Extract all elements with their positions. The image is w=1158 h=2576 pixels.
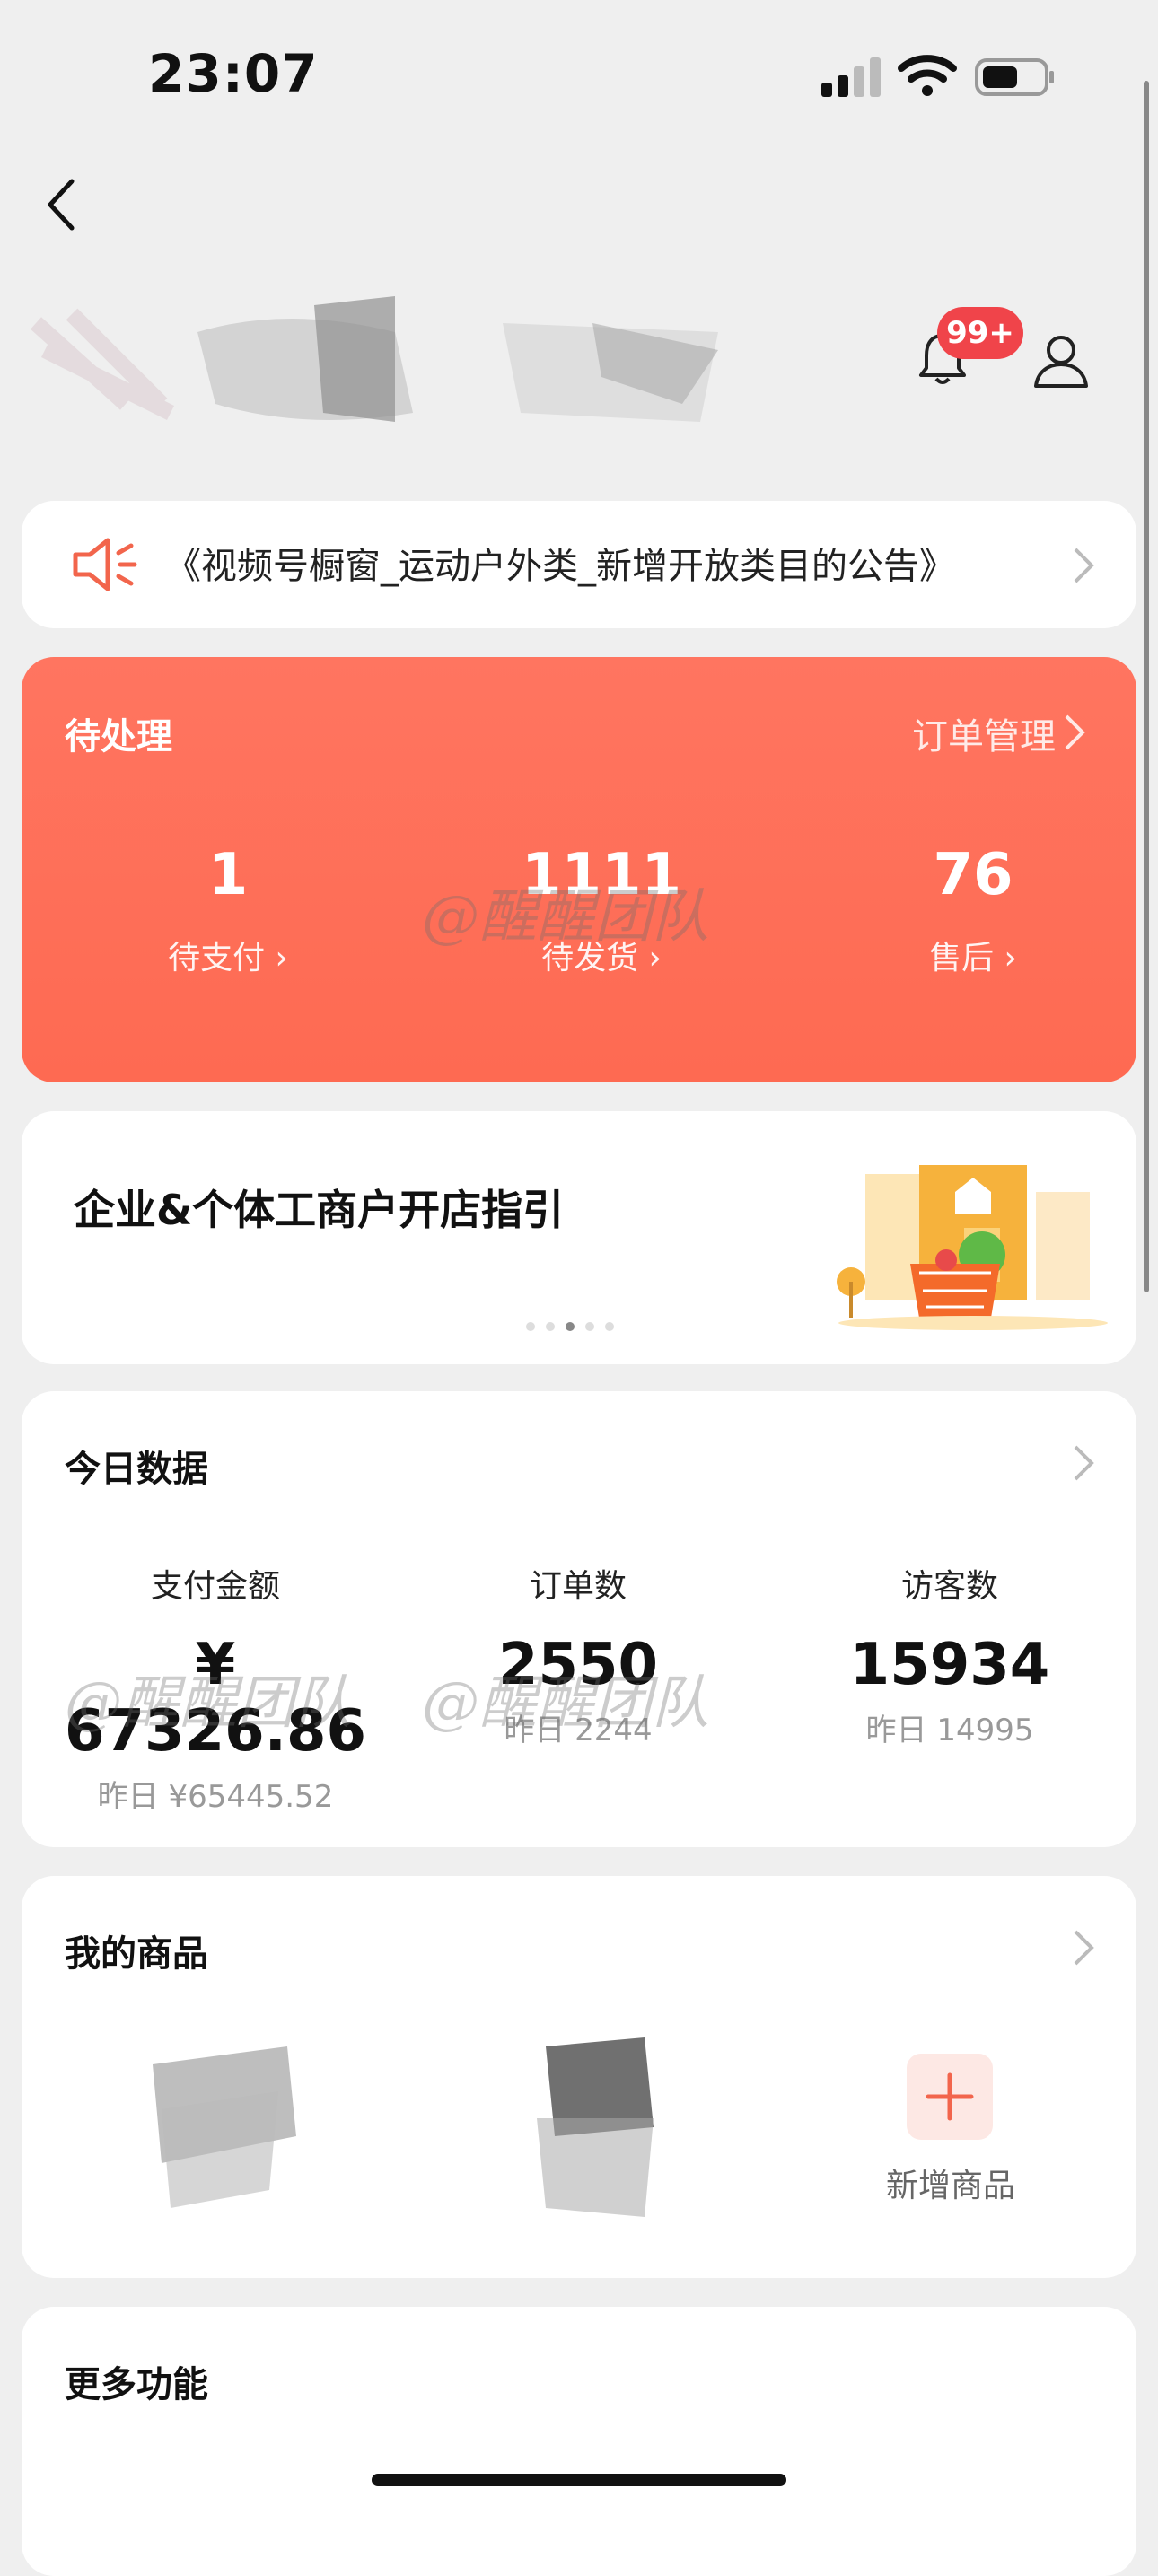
stat-label: 支付金额 [150,1568,280,1605]
banner-title: 企业&个体工商户开店指引 [74,1186,565,1234]
store-guide-banner[interactable]: 企业&个体工商户开店指引 [22,1111,1136,1364]
watermark: @醒醒团队 [422,1670,709,1737]
stat-label: 订单数 [529,1568,627,1605]
after-sales-count[interactable]: 76 [838,842,1108,908]
pending-payment-label[interactable]: 待支付 › [93,932,363,978]
profile-icon[interactable] [1032,332,1090,390]
add-product-label[interactable]: 新增商品 [856,2160,1045,2206]
scrollbar[interactable] [1144,81,1149,1292]
today-data-card: 今日数据 支付金额 ¥ 67326.86 昨日 ¥65445.52 订单数 25… [22,1391,1136,1847]
chevron-right-icon [1074,548,1094,583]
chevron-right-icon[interactable] [1070,1928,1097,1967]
add-product-button[interactable] [907,2054,993,2140]
my-products-card: 我的商品 新增商品 [22,1876,1136,2278]
announcement-bar[interactable]: 《视频号橱窗_运动户外类_新增开放类目的公告》 [22,501,1136,628]
watermark: @醒醒团队 [65,1670,352,1737]
wifi-icon [898,55,957,96]
back-arrow-icon[interactable] [43,176,79,233]
more-functions-title: 更多功能 [65,2364,208,2405]
chevron-right-icon [1065,714,1085,750]
watermark: @醒醒团队 [422,884,709,951]
product-thumbnail[interactable] [126,2028,323,2226]
pending-title: 待处理 [65,716,172,758]
after-sales-label[interactable]: 售后 › [838,932,1108,978]
stat-label: 访客数 [900,1568,998,1605]
redacted-shop-name [30,296,718,422]
more-functions-card: 更多功能 [22,2307,1136,2576]
status-time: 23:07 [148,43,319,104]
plus-icon [926,2072,974,2121]
pending-orders-card: 待处理 订单管理 1 待支付 › 1111 待发货 › 76 售后 › [22,657,1136,1082]
pending-payment-count[interactable]: 1 [93,842,363,908]
chevron-right-icon[interactable] [1070,1443,1097,1483]
speaker-icon [73,538,137,591]
carousel-indicator[interactable] [521,1318,619,1331]
today-data-title: 今日数据 [65,1449,208,1490]
cellular-signal-icon [821,57,882,97]
announcement-text: 《视频号橱窗_运动户外类_新增开放类目的公告》 [165,546,955,587]
stat-value: 15934 [849,1632,1050,1698]
storefront-illustration [837,1165,1108,1330]
order-management-link[interactable]: 订单管理 [912,707,1056,759]
notification-badge: 99+ [937,307,1023,359]
battery-icon [975,58,1054,96]
my-products-title: 我的商品 [65,1933,208,1975]
stat-yesterday: 昨日 14995 [865,1713,1034,1748]
product-thumbnail[interactable] [501,2028,698,2226]
visitor-count-stat[interactable]: 访客数 15934 昨日 14995 [770,1560,1129,1749]
home-indicator[interactable] [372,2474,786,2486]
stat-yesterday: 昨日 ¥65445.52 [97,1779,334,1815]
